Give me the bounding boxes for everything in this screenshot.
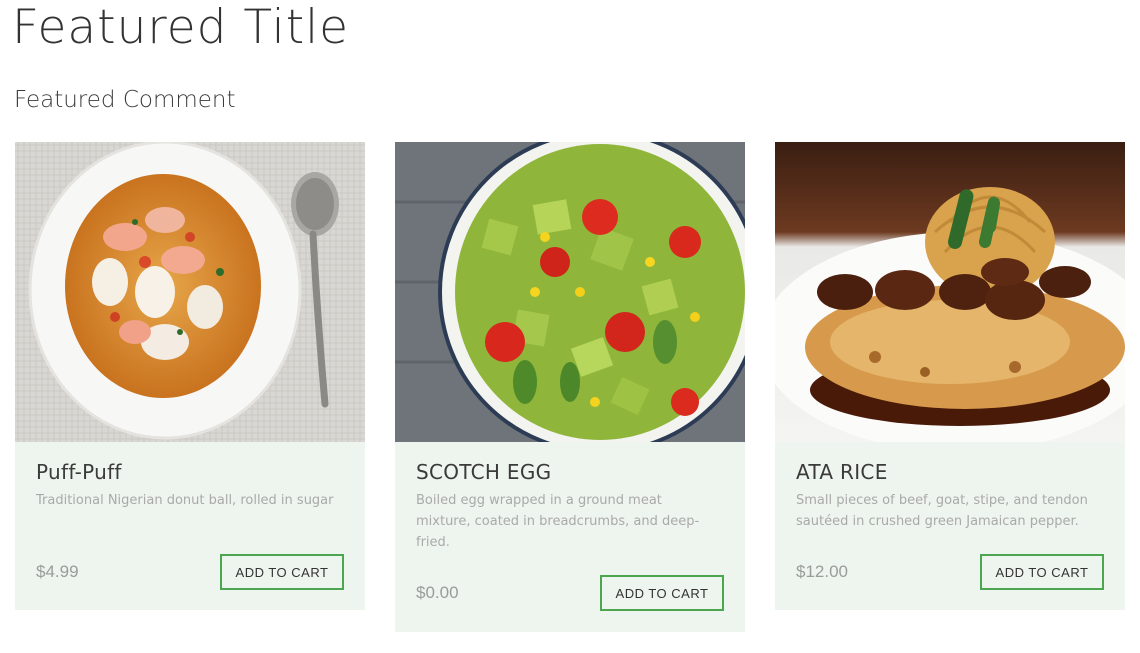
product-description: Traditional Nigerian donut ball, rolled … — [36, 493, 334, 508]
product-image[interactable] — [15, 142, 365, 442]
add-to-cart-button[interactable]: ADD TO CART — [980, 554, 1104, 590]
product-price: $4.99 — [36, 562, 79, 581]
product-price: $12.00 — [796, 562, 848, 581]
product-image[interactable] — [775, 142, 1125, 442]
page-subtitle: Featured Comment — [14, 87, 236, 113]
product-name[interactable]: ATA RICE — [796, 460, 888, 484]
product-name[interactable]: Puff-Puff — [36, 460, 122, 484]
product-description: Boiled egg wrapped in a ground meat mixt… — [416, 493, 700, 550]
product-card: SCOTCH EGG Boiled egg wrapped in a groun… — [395, 142, 745, 632]
product-card: Puff-Puff Traditional Nigerian donut bal… — [15, 142, 365, 610]
page-title: Featured Title — [12, 0, 350, 55]
product-price: $0.00 — [416, 583, 459, 602]
product-card: ATA RICE Small pieces of beef, goat, sti… — [775, 142, 1125, 610]
product-image[interactable] — [395, 142, 745, 442]
add-to-cart-button[interactable]: ADD TO CART — [600, 575, 724, 611]
add-to-cart-button[interactable]: ADD TO CART — [220, 554, 344, 590]
product-description: Small pieces of beef, goat, stipe, and t… — [796, 493, 1088, 529]
product-name[interactable]: SCOTCH EGG — [416, 460, 551, 484]
